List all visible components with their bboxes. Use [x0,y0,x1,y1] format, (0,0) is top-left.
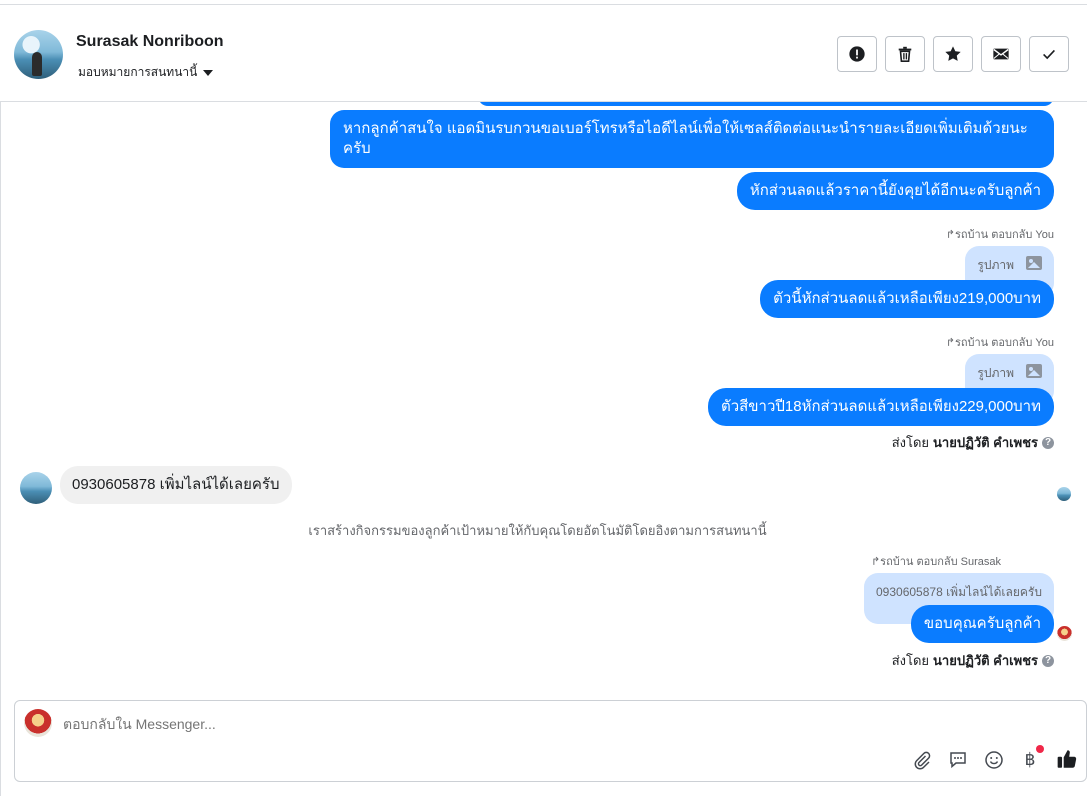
read-receipt-avatar [1057,487,1071,501]
baht-icon: ฿ [1024,750,1036,770]
alert-icon [849,46,865,62]
attachment-button[interactable] [911,749,933,771]
contact-avatar[interactable] [14,30,63,79]
image-icon [1026,364,1042,378]
reply-arrow-icon: ↱ [945,337,955,349]
page-avatar [24,709,52,737]
mark-spam-button[interactable] [837,36,877,72]
paperclip-icon [914,751,931,770]
assign-conversation-dropdown[interactable]: มอบหมายการสนทนานี้ [78,63,214,82]
message-bubble: ตัวสีขาวปี18หักส่วนลดแล้วเหลือเพียง229,0… [707,388,1054,426]
assign-label: มอบหมายการสนทนานี้ [78,65,198,79]
message-text: ครับ [343,140,371,157]
reply-composer: ฿ [14,700,1087,782]
thumbs-up-icon [1057,750,1077,768]
smiley-icon [985,751,1003,769]
check-icon [1043,49,1055,60]
trash-icon [898,46,912,63]
chat-bubble-icon [950,752,966,769]
reply-tag: ↱รถบ้าน ตอบกลับ You [945,337,1054,349]
help-icon[interactable]: ? [1042,654,1054,667]
star-button[interactable] [933,36,973,72]
message-thread: หากลูกค้าสนใจ แอดมินรบกวนขอเบอร์โทรหรือไ… [0,102,1087,698]
mark-unread-button[interactable] [981,36,1021,72]
help-icon[interactable]: ? [1042,436,1054,449]
reply-tag: ↱รถบ้าน ตอบกลับ Surasak [870,556,1001,568]
sent-by-info: ส่งโดย นายปฏิวัติ คำเพชร ? [892,432,1054,453]
sent-by-info: ส่งโดย นายปฏิวัติ คำเพชร ? [892,650,1054,671]
reply-arrow-icon: ↱ [945,229,955,241]
system-note: เราสร้างกิจกรรมของลูกค้าเป้าหมายให้กับคุ… [308,523,767,538]
saved-replies-button[interactable] [947,749,969,771]
message-bubble: หากลูกค้าสนใจ แอดมินรบกวนขอเบอร์โทรหรือไ… [330,110,1054,168]
caret-down-icon [203,70,214,76]
image-icon [1026,256,1042,270]
notification-dot [1036,745,1044,753]
reply-arrow-icon: ↱ [870,556,881,568]
contact-avatar-small[interactable] [20,472,52,504]
mark-done-button[interactable] [1029,36,1069,72]
reply-input[interactable] [63,716,563,732]
like-button[interactable] [1055,747,1079,771]
conversation-header: Surasak Nonriboon มอบหมายการสนทนานี้ [0,5,1087,102]
envelope-icon [993,48,1009,60]
message-bubble: ตัวนี้หักส่วนลดแล้วเหลือเพียง219,000บาท [760,280,1054,318]
message-text: หากลูกค้าสนใจ แอดมินรบกวนขอเบอร์โทรหรือไ… [343,120,1028,137]
message-bubble-partial [478,102,1054,106]
sender-read-avatar [1057,626,1072,641]
contact-name[interactable]: Surasak Nonriboon [76,33,224,51]
message-bubble: หักส่วนลดแล้วราคานี้ยังคุยได้อีกนะครับลู… [736,172,1054,210]
incoming-message-bubble: 0930605878 เพิ่มไลน์ได้เลยครับ [60,466,292,504]
message-bubble: ขอบคุณครับลูกค้า [910,605,1054,643]
reply-tag: ↱รถบ้าน ตอบกลับ You [945,229,1054,241]
star-icon [945,46,961,61]
emoji-button[interactable] [983,749,1005,771]
delete-button[interactable] [885,36,925,72]
